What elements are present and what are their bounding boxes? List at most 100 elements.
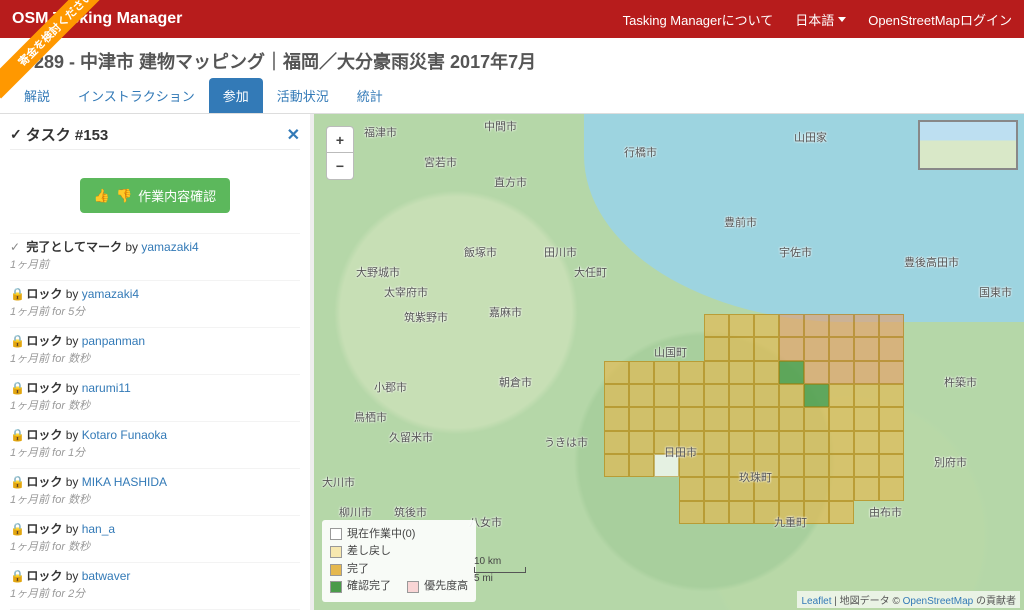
- task-cell[interactable]: [879, 361, 904, 384]
- task-cell[interactable]: [729, 314, 754, 337]
- task-cell[interactable]: [754, 361, 779, 384]
- task-cell[interactable]: [854, 314, 879, 337]
- task-cell[interactable]: [754, 431, 779, 454]
- task-cell[interactable]: [829, 314, 854, 337]
- task-cell[interactable]: [729, 361, 754, 384]
- task-cell[interactable]: [779, 477, 804, 500]
- task-cell[interactable]: [679, 407, 704, 430]
- user-link[interactable]: yamazaki4: [141, 240, 198, 254]
- task-cell[interactable]: [779, 384, 804, 407]
- task-grid[interactable]: [604, 314, 904, 524]
- task-cell[interactable]: [854, 477, 879, 500]
- task-cell[interactable]: [779, 361, 804, 384]
- task-cell[interactable]: [754, 407, 779, 430]
- task-cell[interactable]: [879, 314, 904, 337]
- task-cell[interactable]: [654, 361, 679, 384]
- task-cell[interactable]: [754, 384, 779, 407]
- task-cell[interactable]: [879, 407, 904, 430]
- nav-login[interactable]: OpenStreetMapログイン: [868, 10, 1012, 29]
- task-cell[interactable]: [854, 361, 879, 384]
- task-cell[interactable]: [854, 431, 879, 454]
- task-cell[interactable]: [729, 431, 754, 454]
- task-cell[interactable]: [879, 431, 904, 454]
- task-cell[interactable]: [704, 337, 729, 360]
- nav-about[interactable]: Tasking Managerについて: [623, 10, 774, 29]
- task-cell[interactable]: [604, 407, 629, 430]
- task-cell[interactable]: [804, 314, 829, 337]
- task-cell[interactable]: [779, 431, 804, 454]
- leaflet-link[interactable]: Leaflet: [801, 596, 831, 607]
- task-cell[interactable]: [779, 314, 804, 337]
- task-cell[interactable]: [729, 501, 754, 524]
- tab-description[interactable]: 解説: [10, 78, 64, 113]
- task-cell[interactable]: [879, 337, 904, 360]
- task-cell[interactable]: [854, 407, 879, 430]
- task-cell[interactable]: [829, 477, 854, 500]
- task-cell[interactable]: [704, 384, 729, 407]
- task-cell[interactable]: [604, 361, 629, 384]
- task-cell[interactable]: [804, 337, 829, 360]
- user-link[interactable]: MIKA HASHIDA: [82, 475, 167, 489]
- task-cell[interactable]: [629, 361, 654, 384]
- task-cell[interactable]: [829, 454, 854, 477]
- task-cell[interactable]: [804, 477, 829, 500]
- task-cell[interactable]: [704, 431, 729, 454]
- task-cell[interactable]: [704, 314, 729, 337]
- user-link[interactable]: batwaver: [82, 569, 131, 583]
- task-cell[interactable]: [879, 454, 904, 477]
- task-cell[interactable]: [679, 361, 704, 384]
- task-cell[interactable]: [804, 361, 829, 384]
- task-cell[interactable]: [754, 314, 779, 337]
- task-cell[interactable]: [704, 407, 729, 430]
- task-cell[interactable]: [829, 361, 854, 384]
- user-link[interactable]: panpanman: [82, 334, 145, 348]
- tab-instruction[interactable]: インストラクション: [64, 78, 209, 113]
- task-cell[interactable]: [604, 454, 629, 477]
- zoom-in-button[interactable]: +: [327, 127, 353, 153]
- task-cell[interactable]: [704, 361, 729, 384]
- nav-language[interactable]: 日本語: [795, 10, 846, 29]
- task-cell[interactable]: [629, 454, 654, 477]
- task-cell[interactable]: [779, 407, 804, 430]
- task-cell[interactable]: [679, 477, 704, 500]
- task-cell[interactable]: [829, 431, 854, 454]
- user-link[interactable]: narumi11: [82, 381, 131, 395]
- close-task-icon[interactable]: ✕: [287, 125, 300, 145]
- brand[interactable]: OSM Tasking Manager: [12, 10, 601, 28]
- task-cell[interactable]: [729, 407, 754, 430]
- task-cell[interactable]: [854, 454, 879, 477]
- task-cell[interactable]: [679, 501, 704, 524]
- user-link[interactable]: han_a: [82, 522, 115, 536]
- task-cell[interactable]: [804, 501, 829, 524]
- task-cell[interactable]: [804, 384, 829, 407]
- task-cell[interactable]: [704, 501, 729, 524]
- user-link[interactable]: Kotaro Funaoka: [82, 428, 167, 442]
- task-cell[interactable]: [804, 407, 829, 430]
- task-cell[interactable]: [679, 384, 704, 407]
- user-link[interactable]: yamazaki4: [82, 287, 139, 301]
- task-cell[interactable]: [779, 337, 804, 360]
- task-cell[interactable]: [829, 337, 854, 360]
- task-cell[interactable]: [629, 431, 654, 454]
- task-cell[interactable]: [879, 384, 904, 407]
- task-cell[interactable]: [829, 501, 854, 524]
- task-cell[interactable]: [629, 384, 654, 407]
- task-cell[interactable]: [754, 337, 779, 360]
- task-cell[interactable]: [704, 477, 729, 500]
- task-cell[interactable]: [829, 407, 854, 430]
- task-cell[interactable]: [854, 384, 879, 407]
- task-cell[interactable]: [629, 407, 654, 430]
- task-cell[interactable]: [704, 454, 729, 477]
- task-cell[interactable]: [654, 407, 679, 430]
- task-cell[interactable]: [879, 477, 904, 500]
- tab-contribute[interactable]: 参加: [209, 78, 263, 113]
- validate-button[interactable]: 👍 👎 作業内容確認: [80, 178, 230, 213]
- task-cell[interactable]: [854, 337, 879, 360]
- tab-activity[interactable]: 活動状況: [263, 78, 343, 113]
- task-cell[interactable]: [604, 431, 629, 454]
- map[interactable]: 福津市宮若市中間市直方市行橋市豊前市宇佐市豊後高田市杵築市別府市由布市九重町玖珠…: [314, 114, 1024, 610]
- overview-map[interactable]: [918, 120, 1018, 170]
- task-cell[interactable]: [654, 384, 679, 407]
- task-cell[interactable]: [804, 454, 829, 477]
- task-cell[interactable]: [604, 384, 629, 407]
